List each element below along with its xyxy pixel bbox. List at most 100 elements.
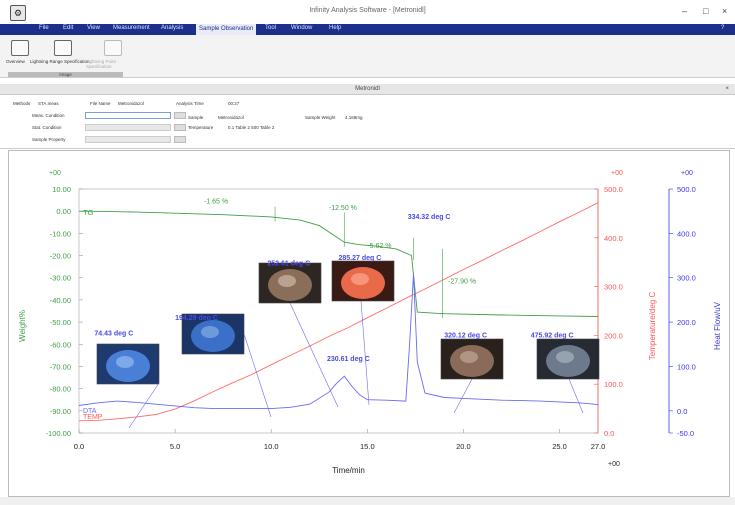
image-highlight (201, 326, 219, 338)
x-tick-label: 15.0 (360, 442, 375, 451)
sample-label: Sample (188, 115, 204, 120)
sample-image-3[interactable] (331, 260, 395, 302)
temp-axis-label: Temperature/deg C (648, 292, 657, 361)
sample-weight-label: Sample Weight (305, 115, 336, 120)
x-tick-label: 20.0 (456, 442, 471, 451)
camera-icon (11, 40, 29, 56)
annotation-label: 475.92 deg C (531, 333, 574, 340)
x-tick-label: 25.0 (552, 442, 567, 451)
filename-label: File Name (90, 101, 111, 106)
menu-file[interactable]: File (36, 25, 52, 31)
dta-axis-label: Heat Flow/uV (713, 301, 722, 350)
dta-tick-label: 300.0 (677, 274, 696, 283)
image-highlight (460, 351, 478, 363)
dta-tick-label: 500.0 (677, 185, 696, 194)
x-tick-label: 0.0 (74, 442, 84, 451)
temp-tick-label: 500.0 (604, 185, 623, 194)
series-tg-label: TG (83, 208, 94, 217)
temp-tick-label: 400.0 (604, 234, 623, 243)
dta-tick-label: 0.0 (677, 407, 687, 416)
ribbon-group-label: Image (8, 72, 123, 77)
dta-axis-top-label: +00 (681, 170, 693, 177)
annotation-label: -5.62 % (367, 243, 391, 250)
document-tab: Metronidl × (0, 84, 735, 95)
sample-image-5[interactable] (536, 338, 600, 380)
method-value: STA.meas (38, 101, 59, 106)
sample-property-label: Sample Property (32, 137, 66, 142)
maximize-button[interactable]: □ (703, 6, 708, 16)
stat-condition-field[interactable] (85, 124, 171, 131)
menu-analysis[interactable]: Analysis (158, 25, 186, 31)
sample-image-0[interactable] (96, 343, 160, 385)
temp-tick-label: 200.0 (604, 331, 623, 340)
weight-tick-label: -80.00 (50, 385, 71, 394)
help-icon[interactable]: ? (718, 25, 727, 31)
sample-image-2[interactable] (258, 262, 322, 304)
sample-property-button[interactable] (174, 136, 186, 143)
x-tick-label: 27.0 (591, 442, 606, 451)
lightning-range-button[interactable] (53, 40, 73, 56)
annotation-leader (568, 378, 584, 414)
lightning-point-button[interactable] (103, 40, 123, 56)
menu-measurement[interactable]: Measurement (110, 25, 153, 31)
weight-tick-label: -10.00 (50, 229, 71, 238)
annotation-leader (243, 333, 272, 418)
temperature-label: Temperature (188, 125, 214, 130)
menu-tool[interactable]: Tool (262, 25, 279, 31)
x-tick-label: 10.0 (264, 442, 279, 451)
dta-tick-label: 100.0 (677, 362, 696, 371)
meas-condition-button[interactable] (174, 112, 186, 119)
annotation-label: 252.61 deg C (267, 261, 310, 268)
menu-view[interactable]: View (84, 25, 103, 31)
close-button[interactable]: × (722, 6, 727, 16)
overview-label: Overview (6, 59, 25, 64)
weight-tick-label: -50.00 (50, 318, 71, 327)
annotation-label: 230.61 deg C (327, 356, 370, 363)
weight-tick-label: -90.00 (50, 407, 71, 416)
annotation-label: -27.90 % (448, 278, 476, 285)
weight-tick-label: -70.00 (50, 362, 71, 371)
annotation-label: 194.29 deg C (175, 315, 218, 322)
sample-property-field[interactable] (85, 136, 171, 143)
stat-condition-button[interactable] (174, 124, 186, 131)
overview-button[interactable] (10, 40, 30, 56)
temp-tick-label: 0.0 (604, 429, 614, 438)
temp-tick-label: 100.0 (604, 380, 623, 389)
sample-value: Metronidazol (218, 115, 244, 120)
temperature-value: 0.1 Table 2 500 Table 2 (228, 125, 275, 130)
menu-sample-observation[interactable]: Sample Observation (196, 24, 257, 35)
x-axis-corner-label: +00 (608, 461, 620, 468)
annotation-label: 334.32 deg C (408, 214, 451, 221)
sample-weight-value: 4.169mg (345, 115, 363, 120)
menu-edit[interactable]: Edit (60, 25, 76, 31)
series-temp-line (78, 202, 599, 422)
annotation-leader (453, 378, 473, 414)
lightning-point-label: Lightning Point Specification (86, 59, 116, 69)
weight-tick-label: -100.00 (46, 429, 71, 438)
analysis-time-value: 00:27 (228, 101, 240, 106)
weight-tick-label: 0.00 (56, 207, 71, 216)
temp-axis-top-label: +00 (611, 170, 623, 177)
document-title: Metronidl (355, 86, 380, 92)
x-axis-label: Time/min (332, 466, 365, 475)
weight-axis-top-label: +00 (49, 170, 61, 177)
annotation-label: 74.43 deg C (94, 330, 133, 337)
range-icon (54, 40, 72, 56)
dta-tick-label: 400.0 (677, 229, 696, 238)
document-close-icon[interactable]: × (725, 84, 729, 94)
plot-panel: +00 10.00 0.00 -10.00 -20.00 -30.00 -40.00 -50.… (8, 150, 730, 497)
minimize-button[interactable]: – (682, 6, 687, 16)
window-title: Infinity Analysis Software - [Metronidl] (309, 7, 426, 14)
weight-axis-label: Weight% (18, 310, 27, 342)
sta-chart[interactable]: +00 10.00 0.00 -10.00 -20.00 -30.00 -40.00 -50.… (9, 151, 729, 496)
annotation-leader (360, 300, 370, 406)
ribbon: Overview Lightning Range Specification L… (0, 35, 735, 78)
sample-image-4[interactable] (440, 338, 504, 380)
annotation-label: 320.12 deg C (444, 333, 487, 340)
dta-tick-label: 200.0 (677, 318, 696, 327)
menu-bar: File Edit View Measurement Analysis Samp… (0, 24, 735, 35)
menu-help[interactable]: Help (326, 25, 344, 31)
meas-condition-field[interactable] (85, 112, 171, 119)
menu-window[interactable]: Window (288, 25, 315, 31)
series-temp-label: TEMP (83, 414, 103, 421)
